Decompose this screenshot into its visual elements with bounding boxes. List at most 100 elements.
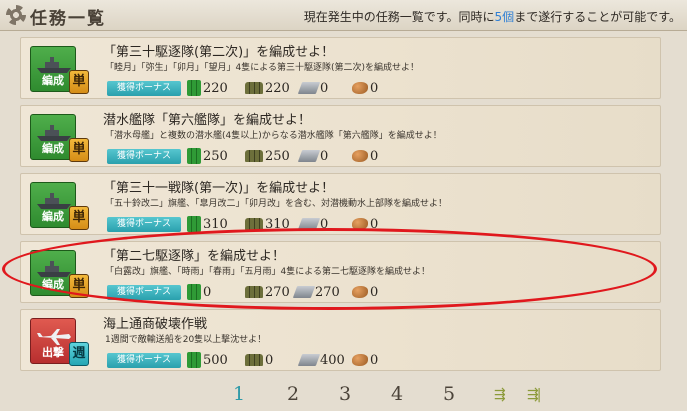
quest-description: 「潜水母艦」と複数の潜水艦(4隻以上)からなる潜水艦隊「第六艦隊」を編成せよ！ bbox=[105, 131, 442, 141]
reward-ammo: 310 bbox=[245, 215, 290, 233]
frequency-badge: 週 bbox=[69, 342, 89, 366]
quest-row[interactable]: 編成 単 「第三十一戦隊(第一次)」を編成せよ！ 「五十鈴改二」旗艦、「皐月改二… bbox=[20, 173, 661, 235]
fuel-icon bbox=[187, 216, 201, 232]
reward-fuel: 310 bbox=[187, 215, 228, 233]
reward-fuel-value: 310 bbox=[203, 216, 228, 232]
page-5-button[interactable]: 5 bbox=[443, 383, 455, 405]
steel-icon bbox=[297, 82, 321, 94]
fuel-icon bbox=[187, 148, 201, 164]
reward-ammo: 220 bbox=[245, 79, 290, 97]
reward-bauxite-value: 0 bbox=[370, 80, 379, 96]
quest-row[interactable]: 編成 単 潜水艦隊「第六艦隊」を編成せよ！ 「潜水母艦」と複数の潜水艦(4隻以上… bbox=[20, 105, 661, 167]
quest-row[interactable]: 編成 単 「第三十駆逐隊(第二次)」を編成せよ！ 「睦月」「弥生」「卯月」「望月… bbox=[20, 37, 661, 99]
reward-ammo: 250 bbox=[245, 147, 290, 165]
reward-bauxite: 0 bbox=[352, 215, 378, 233]
fuel-icon bbox=[187, 352, 201, 368]
pagination: 1 2 3 4 5 ⇶ ⇶| bbox=[0, 381, 687, 411]
quest-title: 潜水艦隊「第六艦隊」を編成せよ！ bbox=[103, 113, 312, 128]
bonus-label: 獲得ボーナス bbox=[107, 149, 181, 164]
ammo-icon bbox=[245, 354, 263, 366]
quest-description: 「睦月」「弥生」「卯月」「望月」4隻による第三十駆逐隊(第二次)を編成せよ！ bbox=[105, 63, 419, 73]
bonus-label: 獲得ボーナス bbox=[107, 285, 181, 300]
reward-fuel-value: 250 bbox=[203, 148, 228, 164]
reward-steel: 270 bbox=[292, 283, 340, 301]
header-note-count: 5個 bbox=[494, 10, 515, 24]
reward-bauxite-value: 0 bbox=[370, 352, 379, 368]
bonus-label: 獲得ボーナス bbox=[107, 81, 181, 96]
reward-bauxite: 0 bbox=[352, 351, 378, 369]
ammo-icon bbox=[245, 82, 263, 94]
reward-fuel: 250 bbox=[187, 147, 228, 165]
reward-ammo: 270 bbox=[245, 283, 290, 301]
header-note-post: まで遂行することが可能です。 bbox=[514, 10, 681, 24]
bauxite-icon bbox=[352, 354, 368, 366]
steel-icon bbox=[297, 218, 321, 230]
reward-steel-value: 0 bbox=[320, 80, 329, 96]
fuel-icon bbox=[187, 80, 201, 96]
reward-ammo-value: 0 bbox=[265, 352, 274, 368]
ammo-icon bbox=[245, 150, 263, 162]
ammo-icon bbox=[245, 286, 263, 298]
fuel-icon bbox=[187, 284, 201, 300]
steel-icon bbox=[297, 354, 321, 366]
reward-bauxite-value: 0 bbox=[370, 216, 379, 232]
reward-bauxite-value: 0 bbox=[370, 148, 379, 164]
reward-steel: 400 bbox=[297, 351, 345, 369]
page-4-button[interactable]: 4 bbox=[391, 383, 403, 405]
page-title: 任務一覧 bbox=[30, 9, 106, 29]
reward-steel-value: 0 bbox=[320, 148, 329, 164]
reward-fuel: 500 bbox=[187, 351, 228, 369]
header-bar: 任務一覧 現在発生中の任務一覧です。同時に5個まで遂行することが可能です。 bbox=[0, 0, 687, 31]
reward-fuel: 220 bbox=[187, 79, 228, 97]
reward-bauxite-value: 0 bbox=[370, 284, 379, 300]
quest-description: 「白露改」旗艦、「時雨」「春雨」「五月雨」4隻による第二七駆逐隊を編成せよ！ bbox=[105, 267, 430, 277]
reward-steel-value: 0 bbox=[320, 216, 329, 232]
quest-row[interactable]: 編成 単 「第二七駆逐隊」を編成せよ！ 「白露改」旗艦、「時雨」「春雨」「五月雨… bbox=[20, 241, 661, 303]
page-3-button[interactable]: 3 bbox=[339, 383, 351, 405]
bauxite-icon bbox=[352, 150, 368, 162]
frequency-badge: 単 bbox=[69, 138, 89, 162]
bonus-label: 獲得ボーナス bbox=[107, 217, 181, 232]
quest-description: 1週間で敵輸送船を20隻以上撃沈せよ！ bbox=[105, 335, 267, 345]
reward-fuel-value: 500 bbox=[203, 352, 228, 368]
reward-steel: 0 bbox=[297, 79, 329, 97]
reward-fuel: 0 bbox=[187, 283, 211, 301]
last-arrow-icon[interactable]: ⇶| bbox=[527, 387, 542, 403]
page-2-button[interactable]: 2 bbox=[287, 383, 299, 405]
gear-icon bbox=[6, 5, 26, 25]
frequency-badge: 単 bbox=[69, 206, 89, 230]
quest-list: 編成 単 「第三十駆逐隊(第二次)」を編成せよ！ 「睦月」「弥生」「卯月」「望月… bbox=[20, 37, 661, 377]
frequency-badge: 単 bbox=[69, 274, 89, 298]
reward-fuel-value: 0 bbox=[203, 284, 212, 300]
quest-title: 「第二七駆逐隊」を編成せよ！ bbox=[103, 249, 286, 264]
frequency-badge: 単 bbox=[69, 70, 89, 94]
reward-steel-value: 400 bbox=[320, 352, 345, 368]
ammo-icon bbox=[245, 218, 263, 230]
reward-ammo-value: 250 bbox=[265, 148, 290, 164]
steel-icon bbox=[292, 286, 316, 298]
header-note: 現在発生中の任務一覧です。同時に5個まで遂行することが可能です。 bbox=[304, 8, 681, 25]
bauxite-icon bbox=[352, 286, 368, 298]
reward-bauxite: 0 bbox=[352, 283, 378, 301]
bauxite-icon bbox=[352, 82, 368, 94]
reward-ammo-value: 310 bbox=[265, 216, 290, 232]
steel-icon bbox=[297, 150, 321, 162]
reward-steel: 0 bbox=[297, 147, 329, 165]
quest-row[interactable]: 出撃 週 海上通商破壊作戦 1週間で敵輸送船を20隻以上撃沈せよ！ 獲得ボーナス… bbox=[20, 309, 661, 371]
reward-steel-value: 270 bbox=[315, 284, 340, 300]
reward-ammo-value: 220 bbox=[265, 80, 290, 96]
reward-ammo: 0 bbox=[245, 351, 273, 369]
quest-title: 「第三十一戦隊(第一次)」を編成せよ！ bbox=[103, 181, 335, 196]
header-note-pre: 現在発生中の任務一覧です。同時に bbox=[303, 10, 495, 24]
quest-title: 「第三十駆逐隊(第二次)」を編成せよ！ bbox=[103, 45, 335, 60]
reward-bauxite: 0 bbox=[352, 79, 378, 97]
reward-bauxite: 0 bbox=[352, 147, 378, 165]
reward-steel: 0 bbox=[297, 215, 329, 233]
quest-description: 「五十鈴改二」旗艦、「皐月改二」「卯月改」を含む、対潜機動水上部隊を編成せよ！ bbox=[105, 199, 448, 209]
bauxite-icon bbox=[352, 218, 368, 230]
next-arrow-icon[interactable]: ⇶ bbox=[494, 387, 506, 403]
page-1-button[interactable]: 1 bbox=[233, 383, 245, 405]
reward-fuel-value: 220 bbox=[203, 80, 228, 96]
bonus-label: 獲得ボーナス bbox=[107, 353, 181, 368]
quest-title: 海上通商破壊作戦 bbox=[103, 317, 208, 332]
